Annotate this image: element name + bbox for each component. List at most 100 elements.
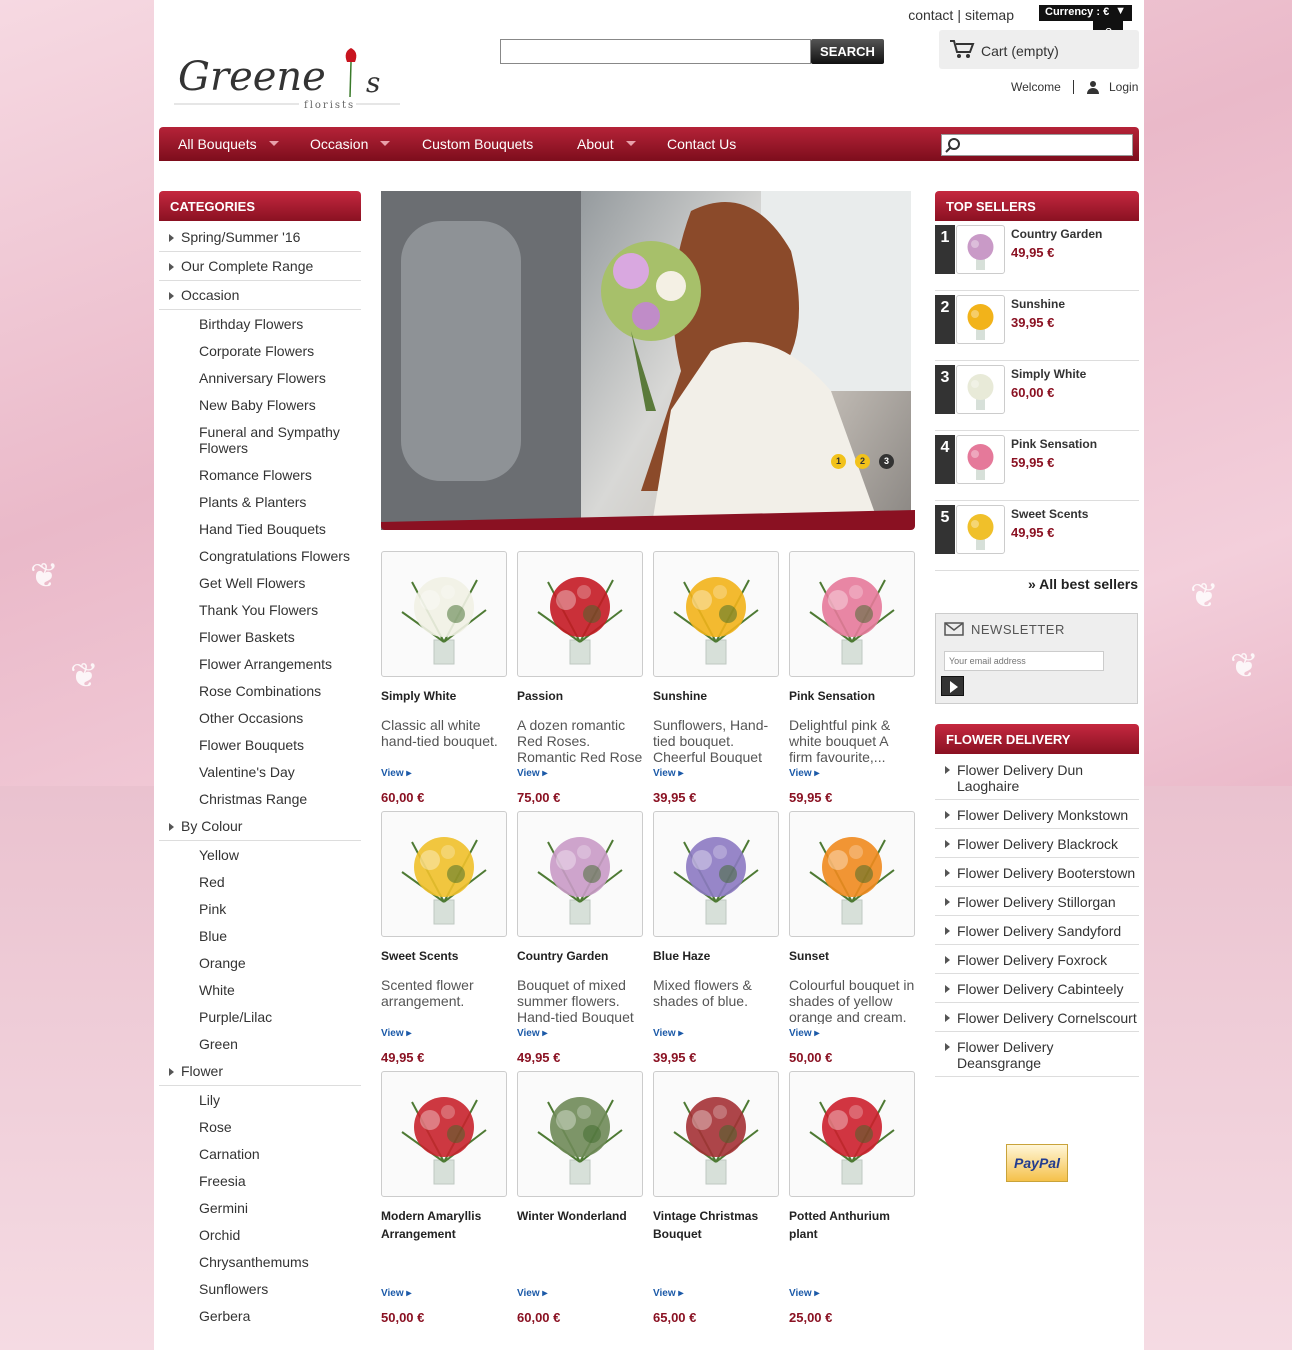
subcategory-item[interactable]: Blue xyxy=(159,922,361,949)
product-image[interactable] xyxy=(517,551,643,677)
delivery-area-link[interactable]: Flower Delivery Booterstown xyxy=(935,858,1139,887)
hero-slider[interactable]: 1 2 3 xyxy=(381,191,911,530)
top-seller-name[interactable]: Sunshine xyxy=(1011,297,1065,311)
subcategory-item[interactable]: Congratulations Flowers xyxy=(159,542,361,569)
category-3[interactable]: By Colour xyxy=(159,812,361,841)
subcategory-item[interactable]: Yellow xyxy=(159,841,361,868)
subcategory-item[interactable]: Red xyxy=(159,868,361,895)
subcategory-item[interactable]: Sunflowers xyxy=(159,1275,361,1302)
top-seller-item[interactable]: 4 Pink Sensation 59,95 € xyxy=(935,431,1139,501)
product-name[interactable]: Sweet Scents xyxy=(381,947,507,977)
product-name[interactable]: Modern Amaryllis Arrangement xyxy=(381,1207,507,1241)
newsletter-email-input[interactable] xyxy=(944,651,1104,671)
all-best-sellers-link[interactable]: » All best sellers xyxy=(1028,576,1138,592)
nav-all-bouquets[interactable]: All Bouquets xyxy=(178,136,257,152)
sitemap-link[interactable]: sitemap xyxy=(965,7,1014,23)
product-image[interactable] xyxy=(653,1071,779,1197)
subcategory-item[interactable]: Christmas Range xyxy=(159,785,361,812)
search-button[interactable]: SEARCH xyxy=(811,39,884,64)
subcategory-item[interactable]: Corporate Flowers xyxy=(159,337,361,364)
delivery-area-link[interactable]: Flower Delivery Monkstown xyxy=(935,800,1139,829)
product-view-link[interactable]: View ▸ xyxy=(653,768,683,779)
category-1[interactable]: Our Complete Range xyxy=(159,252,361,281)
subcategory-item[interactable]: Pink xyxy=(159,895,361,922)
top-seller-name[interactable]: Simply White xyxy=(1011,367,1086,381)
subcategory-item[interactable]: Lily xyxy=(159,1086,361,1113)
top-seller-item[interactable]: 3 Simply White 60,00 € xyxy=(935,361,1139,431)
subcategory-item[interactable]: Gerbera xyxy=(159,1302,361,1329)
product-image[interactable] xyxy=(653,551,779,677)
subcategory-item[interactable]: Rose Combinations xyxy=(159,677,361,704)
product-image[interactable] xyxy=(789,811,915,937)
subcategory-item[interactable]: Flower Bouquets xyxy=(159,731,361,758)
delivery-area-link[interactable]: Flower Delivery Blackrock xyxy=(935,829,1139,858)
subcategory-item[interactable]: Freesia xyxy=(159,1167,361,1194)
subcategory-item[interactable]: Orange xyxy=(159,949,361,976)
product-image[interactable] xyxy=(381,811,507,937)
product-name[interactable]: Vintage Christmas Bouquet xyxy=(653,1207,779,1241)
delivery-area-link[interactable]: Flower Delivery Sandyford xyxy=(935,916,1139,945)
top-seller-name[interactable]: Sweet Scents xyxy=(1011,507,1088,521)
top-seller-item[interactable]: 2 Sunshine 39,95 € xyxy=(935,291,1139,361)
subcategory-item[interactable]: Rose xyxy=(159,1113,361,1140)
subcategory-item[interactable]: Hand Tied Bouquets xyxy=(159,515,361,542)
newsletter-submit-button[interactable] xyxy=(941,676,964,696)
product-name[interactable]: Country Garden xyxy=(517,947,643,977)
product-name[interactable]: Winter Wonderland xyxy=(517,1207,643,1237)
product-view-link[interactable]: View ▸ xyxy=(517,1028,547,1039)
product-view-link[interactable]: View ▸ xyxy=(381,1028,411,1039)
product-view-link[interactable]: View ▸ xyxy=(653,1288,683,1299)
product-view-link[interactable]: View ▸ xyxy=(381,1288,411,1299)
product-image[interactable] xyxy=(517,811,643,937)
product-view-link[interactable]: View ▸ xyxy=(517,1288,547,1299)
product-name[interactable]: Sunset xyxy=(789,947,915,977)
top-seller-image[interactable] xyxy=(956,295,1005,344)
product-view-link[interactable]: View ▸ xyxy=(789,768,819,779)
top-seller-item[interactable]: 5 Sweet Scents 49,95 € xyxy=(935,501,1139,571)
subcategory-item[interactable]: Flower Arrangements xyxy=(159,650,361,677)
product-view-link[interactable]: View ▸ xyxy=(789,1288,819,1299)
subcategory-item[interactable]: White xyxy=(159,976,361,1003)
nav-occasion[interactable]: Occasion xyxy=(310,136,368,152)
subcategory-item[interactable]: New Baby Flowers xyxy=(159,391,361,418)
delivery-area-link[interactable]: Flower Delivery Deansgrange xyxy=(935,1032,1139,1077)
top-seller-name[interactable]: Pink Sensation xyxy=(1011,437,1097,451)
subcategory-item[interactable]: Get Well Flowers xyxy=(159,569,361,596)
product-image[interactable] xyxy=(517,1071,643,1197)
product-name[interactable]: Sunshine xyxy=(653,687,779,717)
subcategory-item[interactable]: Romance Flowers xyxy=(159,461,361,488)
top-seller-image[interactable] xyxy=(956,365,1005,414)
subcategory-item[interactable]: Purple/Lilac xyxy=(159,1003,361,1030)
subcategory-item[interactable]: Flower Baskets xyxy=(159,623,361,650)
subcategory-item[interactable]: Carnation xyxy=(159,1140,361,1167)
product-view-link[interactable]: View ▸ xyxy=(789,1028,819,1039)
subcategory-item[interactable]: Valentine's Day xyxy=(159,758,361,785)
nav-search-input[interactable] xyxy=(941,134,1133,156)
product-name[interactable]: Passion xyxy=(517,687,643,717)
subcategory-item[interactable]: Birthday Flowers xyxy=(159,310,361,337)
top-seller-image[interactable] xyxy=(956,435,1005,484)
product-image[interactable] xyxy=(789,551,915,677)
nav-about[interactable]: About xyxy=(577,136,614,152)
top-seller-name[interactable]: Country Garden xyxy=(1011,227,1102,241)
product-view-link[interactable]: View ▸ xyxy=(381,768,411,779)
currency-selector[interactable]: Currency : € ▼ xyxy=(1039,5,1132,21)
slide-dot-1[interactable]: 1 xyxy=(831,454,846,469)
delivery-area-link[interactable]: Flower Delivery Cornelscourt xyxy=(935,1003,1139,1032)
category-4[interactable]: Flower xyxy=(159,1057,361,1086)
product-name[interactable]: Potted Anthurium plant xyxy=(789,1207,915,1241)
product-view-link[interactable]: View ▸ xyxy=(653,1028,683,1039)
subcategory-item[interactable]: Other Occasions xyxy=(159,704,361,731)
top-seller-item[interactable]: 1 Country Garden 49,95 € xyxy=(935,221,1139,291)
subcategory-item[interactable]: Chrysanthemums xyxy=(159,1248,361,1275)
subcategory-item[interactable]: Anniversary Flowers xyxy=(159,364,361,391)
slide-dot-3[interactable]: 3 xyxy=(879,454,894,469)
contact-link[interactable]: contact xyxy=(908,7,953,23)
subcategory-item[interactable]: Thank You Flowers xyxy=(159,596,361,623)
delivery-area-link[interactable]: Flower Delivery Foxrock xyxy=(935,945,1139,974)
nav-custom-bouquets[interactable]: Custom Bouquets xyxy=(422,136,533,152)
product-view-link[interactable]: View ▸ xyxy=(517,768,547,779)
product-image[interactable] xyxy=(381,1071,507,1197)
subcategory-item[interactable]: Green xyxy=(159,1030,361,1057)
login-link[interactable]: Login xyxy=(1109,80,1138,94)
